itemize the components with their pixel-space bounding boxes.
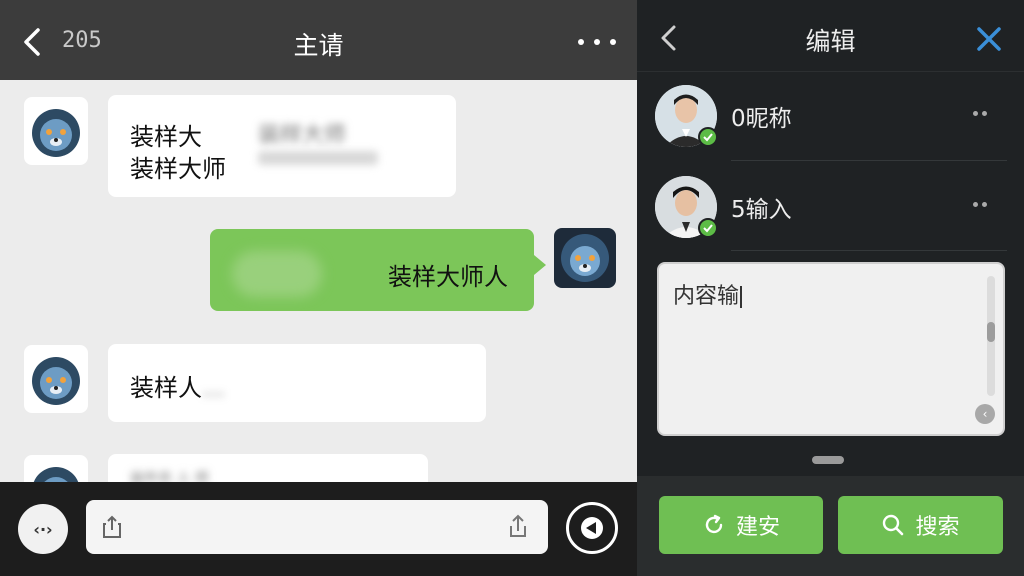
create-button[interactable]: 建安: [659, 496, 823, 554]
more-icon: [973, 202, 978, 207]
message-text: 装样大: [130, 123, 202, 151]
attach-icon[interactable]: [100, 514, 124, 540]
chat-title: 主请: [293, 31, 344, 60]
chat-pane: 205 主请 装样大 装样大师 装样大师 装样大师人 装样人... 装件衣 人 …: [0, 0, 637, 576]
scrollbar-thumb[interactable]: [987, 322, 995, 342]
edit-panel: 编辑 0昵称 5输入 内容输 ‹ 建安 搜索: [637, 0, 1024, 576]
my-avatar[interactable]: [554, 228, 616, 288]
chat-header: 205 主请: [0, 0, 637, 80]
voice-button[interactable]: ‹·›: [18, 504, 68, 554]
blurred-text: [258, 151, 378, 165]
contact-more-button[interactable]: [973, 202, 987, 207]
panel-header: 编辑: [637, 0, 1024, 72]
close-button[interactable]: [974, 24, 1004, 54]
search-button[interactable]: 搜索: [838, 496, 1003, 554]
divider: [731, 250, 1007, 251]
contact-name: 5输入: [731, 197, 792, 223]
more-icon: [578, 39, 584, 45]
resize-handle[interactable]: ‹: [975, 404, 995, 424]
more-button[interactable]: [578, 38, 616, 46]
message-text: 装样大师人: [388, 263, 508, 291]
send-icon: [581, 517, 603, 539]
create-button-label: 建安: [735, 515, 780, 540]
contact-more-button[interactable]: [973, 111, 987, 116]
more-icon: [973, 111, 978, 116]
panel-title: 编辑: [805, 27, 856, 56]
message-input[interactable]: [86, 500, 548, 554]
drag-handle[interactable]: [812, 456, 844, 464]
search-button-label: 搜索: [915, 515, 960, 540]
message-bubble[interactable]: 装样人...: [108, 344, 486, 422]
search-icon: [883, 514, 904, 536]
close-icon: [977, 27, 1001, 51]
contact-avatar[interactable]: [24, 97, 88, 165]
content-textarea[interactable]: 内容输 ‹: [657, 262, 1005, 436]
divider: [731, 160, 1007, 161]
input-bar: ‹·›: [0, 482, 637, 576]
check-icon: [698, 218, 718, 238]
lion-avatar: [32, 357, 80, 405]
contact-avatar[interactable]: [24, 345, 88, 413]
message-text: 装样大师: [130, 155, 226, 183]
blurred-sticker: [232, 251, 322, 297]
lion-avatar: [32, 109, 80, 157]
send-button[interactable]: [566, 502, 618, 554]
text-caret: [740, 286, 743, 308]
message-text: 装样人...: [130, 374, 225, 402]
action-bar: 建安 搜索: [637, 476, 1024, 576]
content-text: 内容输: [673, 278, 743, 310]
voice-icon: ‹·›: [33, 519, 53, 539]
blurred-text: 装样大师: [258, 123, 347, 148]
message-bubble[interactable]: 装样大 装样大师 装样大师: [108, 95, 456, 197]
check-icon: [698, 127, 718, 147]
contact-name: 0昵称: [731, 106, 792, 132]
refresh-icon: [705, 514, 723, 534]
my-message-bubble[interactable]: 装样大师人: [210, 229, 546, 311]
upload-icon[interactable]: [506, 512, 530, 540]
lion-avatar: [561, 234, 609, 282]
